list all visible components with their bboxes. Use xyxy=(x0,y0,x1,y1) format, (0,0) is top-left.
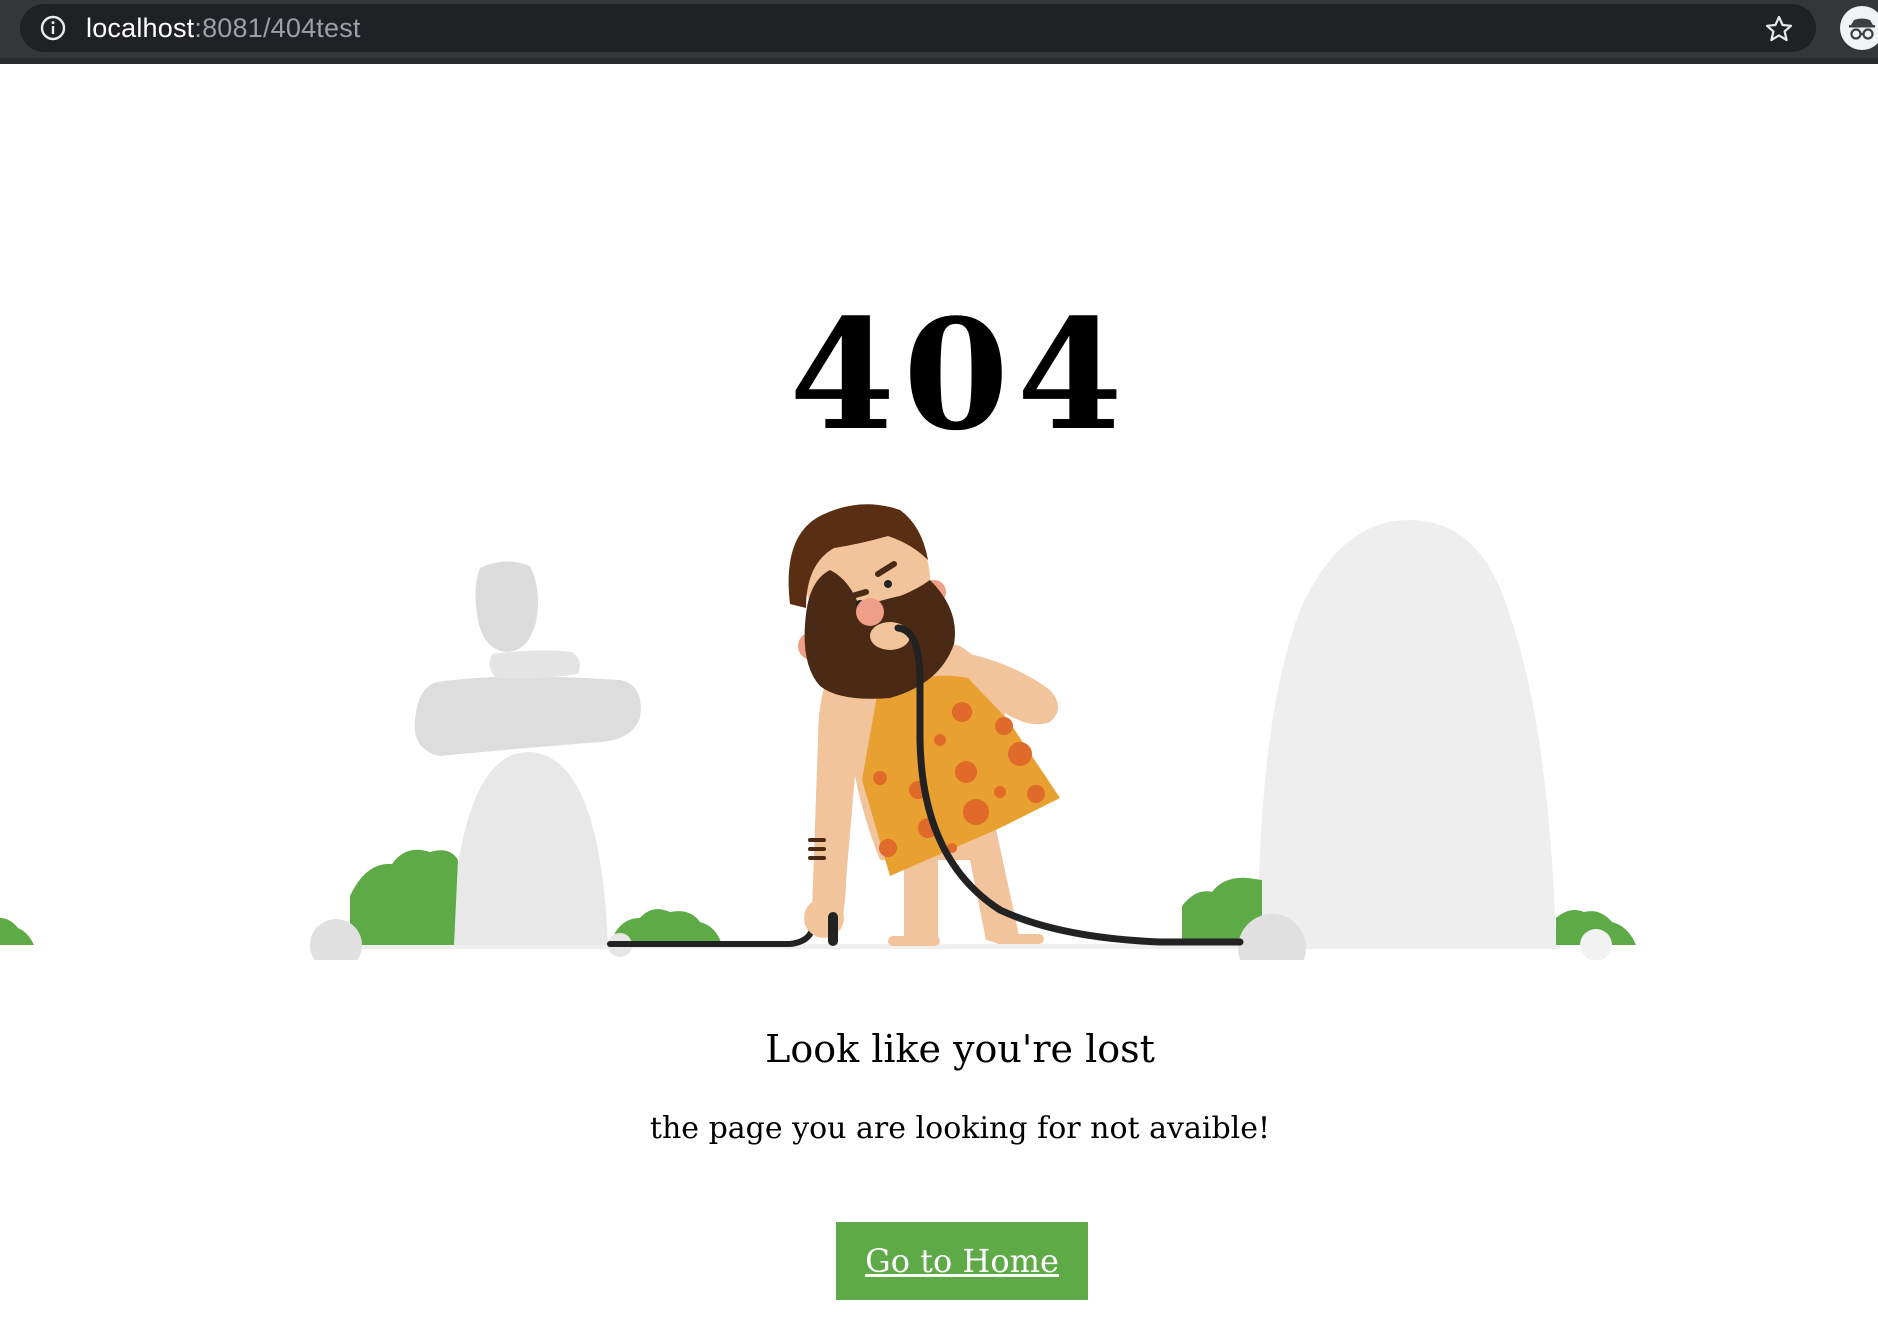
error-code: 404 xyxy=(789,285,1131,464)
toolbar-divider xyxy=(0,58,1878,64)
pebble-far-right xyxy=(1580,929,1612,960)
bush-left-edge xyxy=(0,918,34,945)
go-home-button[interactable]: Go to Home xyxy=(836,1222,1088,1300)
lost-heading: Look like you're lost xyxy=(765,1027,1155,1071)
url-host: localhost xyxy=(86,13,195,43)
rock-stack-pebble xyxy=(489,650,580,679)
info-icon[interactable] xyxy=(40,15,66,41)
address-bar[interactable]: localhost:8081/404test xyxy=(20,4,1816,52)
bush-left-big xyxy=(350,849,458,945)
lost-subtext: the page you are looking for not avaible… xyxy=(649,1111,1271,1146)
incognito-icon[interactable] xyxy=(1838,4,1878,52)
url-text[interactable]: localhost:8081/404test xyxy=(86,4,361,52)
rock-tall-right xyxy=(1258,520,1556,945)
browser-toolbar: localhost:8081/404test xyxy=(0,0,1878,64)
star-icon[interactable] xyxy=(1764,14,1794,44)
rock-stack-slab xyxy=(414,676,641,756)
caveman-illustration xyxy=(0,504,1636,960)
url-port-path: :8081/404test xyxy=(194,13,361,43)
caveman xyxy=(788,504,1244,946)
rock-stack-bottom xyxy=(450,751,608,945)
rock-stack-top xyxy=(475,561,538,652)
